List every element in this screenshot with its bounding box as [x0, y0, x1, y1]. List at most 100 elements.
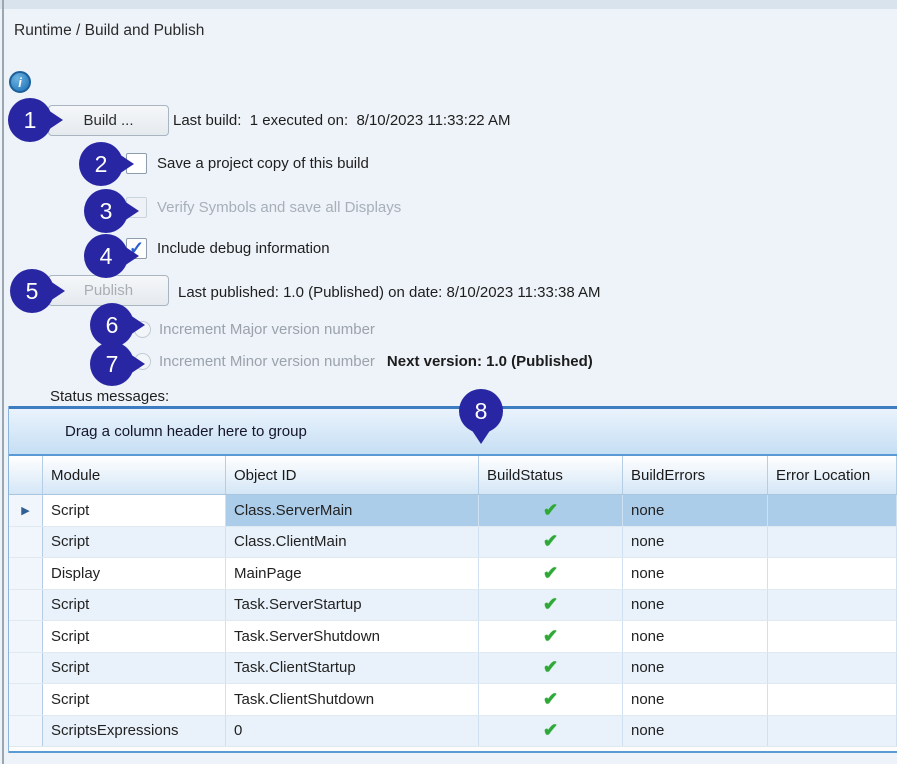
cell-buildstatus[interactable]: ✔ — [479, 527, 623, 558]
last-published-text: Last published: 1.0 (Published) on date:… — [178, 284, 601, 301]
row-selector-cell[interactable] — [9, 621, 43, 652]
group-by-hint-text: Drag a column header here to group — [65, 423, 307, 440]
callout-number: 7 — [106, 351, 119, 378]
callout-7-minor-version-radio: 7 — [90, 342, 134, 386]
build-success-icon: ✔ — [543, 594, 558, 615]
row-selector-cell[interactable] — [9, 716, 43, 747]
cell-buildstatus[interactable]: ✔ — [479, 621, 623, 652]
callout-number: 6 — [106, 312, 119, 339]
checkbox-label: Save a project copy of this build — [157, 155, 369, 172]
build-button[interactable]: Build ... — [48, 105, 169, 136]
next-version-text: Next version: 1.0 (Published) — [387, 353, 593, 370]
cell-module[interactable]: Script — [43, 684, 226, 715]
cell-builderrors[interactable]: none — [623, 495, 768, 526]
cell-builderrors[interactable]: none — [623, 684, 768, 715]
cell-object-id[interactable]: Task.ServerShutdown — [226, 621, 479, 652]
cell-error-location[interactable] — [768, 684, 897, 715]
table-row[interactable]: Display MainPage ✔ none — [9, 558, 897, 590]
cell-builderrors[interactable]: none — [623, 653, 768, 684]
callout-6-major-version-radio: 6 — [90, 303, 134, 347]
page-title: Runtime / Build and Publish — [14, 22, 204, 40]
cell-buildstatus[interactable]: ✔ — [479, 558, 623, 589]
info-icon[interactable]: i — [9, 71, 31, 93]
column-header-buildstatus[interactable]: BuildStatus — [479, 456, 623, 494]
cell-builderrors[interactable]: none — [623, 590, 768, 621]
build-and-publish-panel: Runtime / Build and Publish i Build ... … — [0, 0, 897, 764]
table-row[interactable]: Script Task.ServerStartup ✔ none — [9, 590, 897, 622]
cell-error-location[interactable] — [768, 653, 897, 684]
checkbox-label: Verify Symbols and save all Displays — [157, 199, 401, 216]
cell-builderrors[interactable]: none — [623, 558, 768, 589]
table-row[interactable]: Script Class.ClientMain ✔ none — [9, 527, 897, 559]
panel-left-border — [2, 0, 4, 764]
table-row[interactable]: Script Task.ClientShutdown ✔ none — [9, 684, 897, 716]
callout-number: 3 — [100, 198, 113, 225]
cell-builderrors[interactable]: none — [623, 527, 768, 558]
radio-increment-minor: Increment Minor version number Next vers… — [134, 353, 593, 370]
row-selector-cell[interactable] — [9, 590, 43, 621]
build-success-icon: ✔ — [543, 531, 558, 552]
cell-buildstatus[interactable]: ✔ — [479, 684, 623, 715]
info-icon-glyph: i — [18, 75, 22, 90]
cell-buildstatus[interactable]: ✔ — [479, 716, 623, 747]
callout-8-status-grid: 8 — [459, 389, 503, 433]
callout-1-build-button: 1 — [8, 98, 52, 142]
row-selector-cell[interactable] — [9, 653, 43, 684]
table-row[interactable]: ScriptsExpressions 0 ✔ none — [9, 716, 897, 748]
checkbox-save-project-copy[interactable]: Save a project copy of this build — [126, 153, 369, 174]
column-header-object-id[interactable]: Object ID — [226, 456, 479, 494]
radio-label: Increment Major version number — [159, 321, 375, 338]
cell-module[interactable]: Script — [43, 527, 226, 558]
callout-2-save-copy-checkbox: 2 — [79, 142, 123, 186]
build-success-icon: ✔ — [543, 657, 558, 678]
row-selector-cell[interactable] — [9, 684, 43, 715]
callout-number: 5 — [26, 278, 39, 305]
cell-error-location[interactable] — [768, 527, 897, 558]
cell-builderrors[interactable]: none — [623, 621, 768, 652]
cell-object-id[interactable]: Class.ClientMain — [226, 527, 479, 558]
cell-object-id[interactable]: MainPage — [226, 558, 479, 589]
checkbox-label: Include debug information — [157, 240, 330, 257]
group-by-drop-zone[interactable]: Drag a column header here to group — [9, 409, 897, 456]
cell-module[interactable]: Display — [43, 558, 226, 589]
radio-label: Increment Minor version number — [159, 353, 375, 370]
publish-button: Publish — [48, 275, 169, 306]
table-row[interactable]: ▶ Script Class.ServerMain ✔ none — [9, 495, 897, 527]
cell-object-id[interactable]: Class.ServerMain — [226, 495, 479, 526]
column-header-error-location[interactable]: Error Location — [768, 456, 897, 494]
callout-3-verify-symbols-checkbox: 3 — [84, 189, 128, 233]
table-row[interactable]: Script Task.ClientStartup ✔ none — [9, 653, 897, 685]
cell-module[interactable]: Script — [43, 590, 226, 621]
cell-error-location[interactable] — [768, 621, 897, 652]
checkbox-include-debug[interactable]: ✓ Include debug information — [126, 238, 330, 259]
cell-error-location[interactable] — [768, 716, 897, 747]
row-selector-cell[interactable] — [9, 527, 43, 558]
cell-builderrors[interactable]: none — [623, 716, 768, 747]
column-header-builderrors[interactable]: BuildErrors — [623, 456, 768, 494]
cell-buildstatus[interactable]: ✔ — [479, 653, 623, 684]
cell-error-location[interactable] — [768, 495, 897, 526]
cell-error-location[interactable] — [768, 558, 897, 589]
row-selector-cell[interactable] — [9, 558, 43, 589]
table-row[interactable]: Script Task.ServerShutdown ✔ none — [9, 621, 897, 653]
cell-error-location[interactable] — [768, 590, 897, 621]
cell-module[interactable]: ScriptsExpressions — [43, 716, 226, 747]
callout-number: 1 — [24, 107, 37, 134]
cell-object-id[interactable]: Task.ClientShutdown — [226, 684, 479, 715]
last-build-text: Last build: 1 executed on: 8/10/2023 11:… — [173, 112, 510, 129]
cell-buildstatus[interactable]: ✔ — [479, 590, 623, 621]
cell-object-id[interactable]: Task.ServerStartup — [226, 590, 479, 621]
column-header-module[interactable]: Module — [43, 456, 226, 494]
row-selector-cell[interactable]: ▶ — [9, 495, 43, 526]
cell-module[interactable]: Script — [43, 621, 226, 652]
cell-module[interactable]: Script — [43, 653, 226, 684]
cell-object-id[interactable]: Task.ClientStartup — [226, 653, 479, 684]
callout-4-debug-checkbox: 4 — [84, 234, 128, 278]
build-success-icon: ✔ — [543, 626, 558, 647]
grid-header-row: Module Object ID BuildStatus BuildErrors… — [9, 456, 897, 495]
build-success-icon: ✔ — [543, 720, 558, 741]
cell-module[interactable]: Script — [43, 495, 226, 526]
cell-object-id[interactable]: 0 — [226, 716, 479, 747]
cell-buildstatus[interactable]: ✔ — [479, 495, 623, 526]
build-success-icon: ✔ — [543, 689, 558, 710]
